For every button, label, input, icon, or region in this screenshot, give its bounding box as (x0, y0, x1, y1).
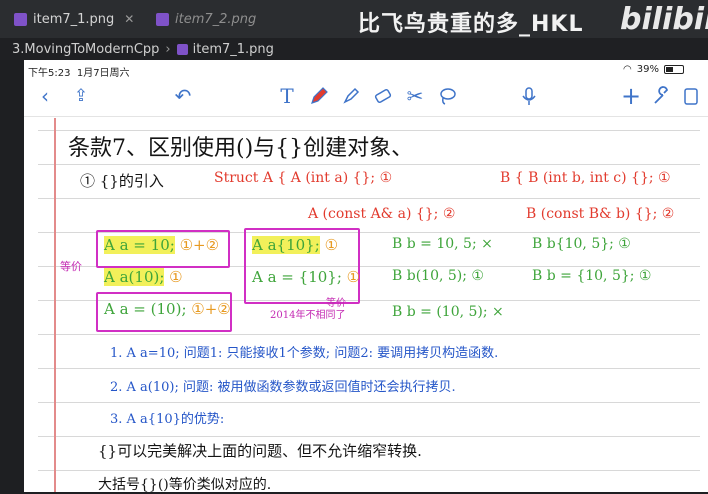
note-title: 条款7、区别使用()与{}创建对象、 (68, 136, 414, 161)
status-time: 下午5:23 1月7日周六 (28, 68, 130, 79)
init-a-brace-assign: A a = {10}; ① (252, 268, 361, 286)
lasso-icon[interactable] (436, 82, 458, 110)
init-b-direct: B b(10, 5); ① (392, 268, 484, 284)
undo-icon[interactable]: ↶ (172, 82, 194, 110)
mic-icon[interactable] (518, 82, 540, 110)
breadcrumb: 3.MovingToModernCpp › item7_1.png (0, 38, 708, 60)
battery-icon (664, 65, 684, 74)
tab-label: item7_1.png (33, 11, 115, 27)
text-icon[interactable]: T (276, 82, 298, 110)
issue-3: 3. A a{10}的优势: (110, 412, 225, 427)
highlighter-icon[interactable] (340, 82, 362, 110)
close-icon[interactable]: ✕ (124, 12, 134, 26)
chevron-right-icon: › (165, 41, 171, 57)
add-icon[interactable]: + (620, 82, 642, 110)
breadcrumb-folder[interactable]: 3.MovingToModernCpp (12, 42, 159, 57)
init-b-brace: B b{10, 5}; ① (532, 236, 631, 252)
wrench-icon[interactable] (650, 82, 672, 110)
init-b-comma-assign: B b = 10, 5; × (392, 236, 493, 252)
eraser-icon[interactable] (372, 82, 394, 110)
wifi-icon: ◠ (623, 64, 632, 75)
editor-tab-bar: item7_1.png ✕ item7_2.png 比飞鸟贵重的多_HKL bi… (0, 0, 708, 38)
image-file-icon (156, 12, 169, 26)
tab-item7-2[interactable]: item7_2.png (156, 6, 256, 32)
note-screenshot: 下午5:23 1月7日周六 ◠ 39% ‹ ⇪ ↶ T ✂ + 条款7、区别使用… (24, 60, 708, 493)
image-file-icon (14, 12, 27, 26)
share-icon[interactable]: ⇪ (70, 82, 92, 110)
bilibili-logo: bilibili (620, 2, 708, 37)
issue-1: 1. A a=10; 问题1: 只能接收1个参数; 问题2: 要调用拷贝构造函数… (110, 346, 499, 361)
status-right: ◠ 39% (623, 64, 684, 75)
init-b-paren-assign: B b = (10, 5); × (392, 304, 504, 320)
init-a-direct: A a(10); ① (104, 268, 183, 286)
year-note: 2014年不相同了 (270, 310, 346, 321)
tab-label: item7_2.png (175, 11, 257, 27)
status-bar: 下午5:23 1月7日周六 ◠ 39% (24, 60, 708, 79)
note-page: 条款7、区别使用()与{}创建对象、 ① {}的引入 Struct A { A … (38, 118, 700, 493)
struct-a-copy-ctor: A (const A& a) {}; ② (308, 206, 456, 222)
equivalent-note: 等价 (60, 260, 82, 273)
watermark-text: 比飞鸟贵重的多_HKL (358, 12, 584, 37)
battery-percent: 39% (636, 64, 659, 75)
last-line: 大括号{}()等价类似对应的. (98, 477, 272, 493)
note-toolbar: ‹ ⇪ ↶ T ✂ + (24, 78, 708, 117)
init-a-paren-assign: A a = (10); ①+② (104, 300, 231, 318)
back-icon[interactable]: ‹ (34, 82, 56, 110)
issue-2: 2. A a(10); 问题: 被用做函数参数或返回值时还会执行拷贝. (110, 380, 456, 395)
struct-b-copy-ctor: B (const B& b) {}; ② (526, 206, 675, 222)
struct-a-definition: Struct A { A (int a) {}; ① (214, 170, 393, 186)
init-a-brace: A a{10}; ① (252, 236, 339, 254)
tab-item7-1[interactable]: item7_1.png ✕ (14, 6, 134, 32)
breadcrumb-file[interactable]: item7_1.png (193, 42, 274, 57)
pages-icon[interactable] (682, 82, 702, 110)
struct-b-definition: B { B (int b, int c) {}; ① (500, 170, 671, 186)
init-a-copy-assign: A a = 10; ①+② (104, 236, 220, 254)
section-heading: ① {}的引入 (80, 172, 164, 190)
summary-line: {}可以完美解决上面的问题、但不允许缩窄转换. (98, 442, 422, 460)
image-file-icon (176, 43, 188, 55)
pen-icon[interactable] (308, 82, 330, 110)
page-margin-line (54, 118, 56, 492)
init-b-brace-assign: B b = {10, 5}; ① (532, 268, 652, 284)
scissors-icon[interactable]: ✂ (404, 82, 426, 110)
